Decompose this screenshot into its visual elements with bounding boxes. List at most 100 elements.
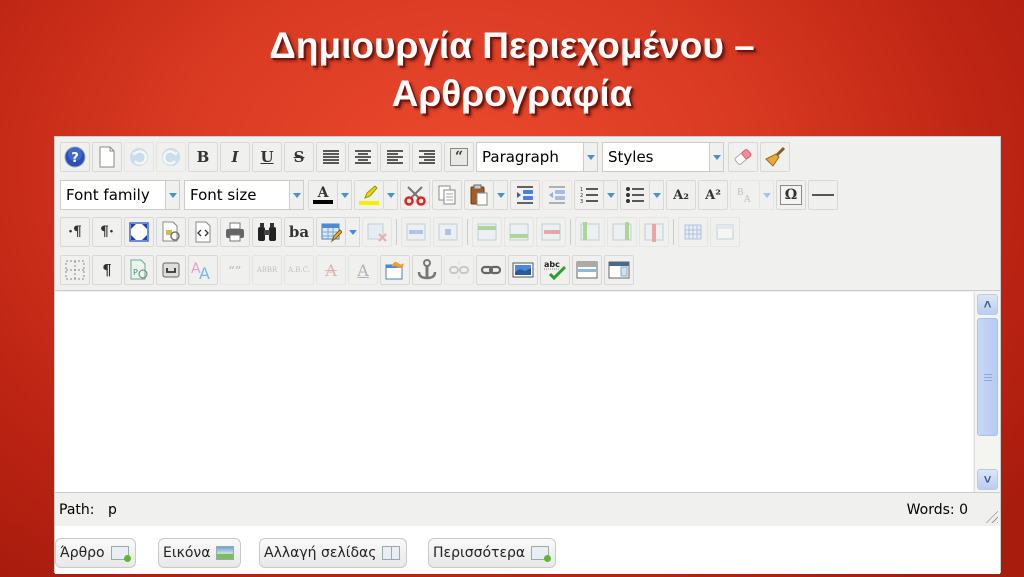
article-button[interactable]: Άρθρο [55, 538, 136, 568]
font-family-select[interactable]: Font family [60, 180, 182, 210]
pagebreak-button[interactable]: Αλλαγή σελίδας [259, 538, 408, 568]
numbered-list-dropdown[interactable] [604, 180, 618, 210]
spellcheck-button[interactable]: abc [540, 255, 570, 285]
scroll-up-button[interactable]: ˄ [977, 294, 998, 315]
cut-button[interactable] [400, 180, 430, 210]
format-select[interactable]: Paragraph [476, 142, 600, 172]
table-button[interactable] [316, 217, 346, 247]
col-after-button[interactable] [607, 217, 637, 247]
editor-content-area[interactable] [55, 292, 973, 492]
resize-handle[interactable] [984, 509, 998, 523]
layer-button[interactable] [604, 255, 634, 285]
image-insert-button[interactable]: Εικόνα [158, 538, 242, 568]
unlink-button[interactable] [444, 255, 474, 285]
table-dropdown[interactable] [346, 217, 360, 247]
paste-button[interactable] [464, 180, 494, 210]
toolbar-separator [570, 219, 571, 245]
remove-format-button[interactable] [728, 142, 758, 172]
styles-select-value[interactable]: Styles [602, 142, 710, 172]
justify-full-button[interactable] [316, 142, 346, 172]
scrollbar-thumb[interactable] [977, 318, 998, 436]
help-button[interactable]: ? [60, 142, 90, 172]
indent-button[interactable] [510, 180, 540, 210]
blockquote-button[interactable]: “ [444, 142, 474, 172]
highlight-color-dropdown[interactable] [384, 180, 398, 210]
justify-right-button[interactable] [412, 142, 442, 172]
anchor-button[interactable] [412, 255, 442, 285]
undo-button[interactable] [124, 142, 154, 172]
row-before-button[interactable] [472, 217, 502, 247]
highlight-color-button[interactable] [354, 180, 384, 210]
justify-center-button[interactable] [348, 142, 378, 172]
styles-select[interactable]: Styles [602, 142, 726, 172]
italic-button[interactable]: I [220, 142, 250, 172]
delete-table-button[interactable] [362, 217, 392, 247]
non-breaking-button[interactable] [156, 255, 186, 285]
acronym-button[interactable]: A.B.C. [284, 255, 314, 285]
insert-col-after-icon [612, 222, 632, 241]
numbered-list-button[interactable]: 123 [574, 180, 604, 210]
path-element[interactable]: p [108, 502, 117, 518]
superscript-button[interactable]: A² [698, 180, 728, 210]
split-cells-button[interactable] [678, 217, 708, 247]
merge-cells-button[interactable] [710, 217, 740, 247]
attributes-button[interactable] [380, 255, 410, 285]
ltr-button[interactable]: ·¶ [60, 217, 90, 247]
chevron-down-icon[interactable] [166, 180, 180, 210]
strikethrough-button[interactable]: S [284, 142, 314, 172]
scroll-down-button[interactable]: ˅ [977, 469, 998, 490]
delete-row-button[interactable] [536, 217, 566, 247]
text-color-dropdown[interactable] [338, 180, 352, 210]
code-button[interactable] [188, 217, 218, 247]
font-size-select-value[interactable]: Font size [184, 180, 290, 210]
outdent-button[interactable] [542, 180, 572, 210]
bold-button[interactable]: B [188, 142, 218, 172]
image-button[interactable] [508, 255, 538, 285]
subscript-button[interactable]: A₂ [666, 180, 696, 210]
replace-button[interactable]: ba [284, 217, 314, 247]
search-button[interactable] [252, 217, 282, 247]
chevron-down-icon[interactable] [290, 180, 304, 210]
copy-button[interactable] [432, 180, 462, 210]
redo-button[interactable] [156, 142, 186, 172]
text-color-button[interactable]: A [308, 180, 338, 210]
underline-button[interactable]: U [252, 142, 282, 172]
cite-button[interactable]: “” [220, 255, 250, 285]
language-button[interactable]: BA [730, 180, 760, 210]
chevron-down-icon[interactable] [710, 142, 724, 172]
font-size-select[interactable]: Font size [184, 180, 306, 210]
style-props-button[interactable]: AA [188, 255, 218, 285]
font-family-select-value[interactable]: Font family [60, 180, 166, 210]
justify-left-button[interactable] [380, 142, 410, 172]
fullscreen-button[interactable] [124, 217, 154, 247]
format-select-value[interactable]: Paragraph [476, 142, 584, 172]
new-document-button[interactable] [92, 142, 122, 172]
template-button[interactable]: P [124, 255, 154, 285]
visual-chars-button[interactable]: ¶ [92, 255, 122, 285]
col-before-button[interactable] [575, 217, 605, 247]
bullet-list-button[interactable] [620, 180, 650, 210]
cleanup-button[interactable] [760, 142, 790, 172]
abbr-button[interactable]: ABBR [252, 255, 282, 285]
cell-props-button[interactable] [433, 217, 463, 247]
chevron-down-icon[interactable] [584, 142, 598, 172]
paste-dropdown[interactable] [494, 180, 508, 210]
readmore-insert-button[interactable]: Περισσότερα [428, 538, 557, 568]
deletion-button[interactable]: A [316, 255, 346, 285]
delete-col-button[interactable] [639, 217, 669, 247]
visual-aid-button[interactable] [60, 255, 90, 285]
readmore-button[interactable] [572, 255, 602, 285]
rtl-button[interactable]: ¶· [92, 217, 122, 247]
language-dropdown[interactable] [760, 180, 774, 210]
horizontal-rule-button[interactable] [808, 180, 838, 210]
bullet-list-dropdown[interactable] [650, 180, 664, 210]
special-character-button[interactable]: Ω [776, 180, 806, 210]
preview-button[interactable] [156, 217, 186, 247]
insertion-button[interactable]: A [348, 255, 378, 285]
vertical-scrollbar[interactable]: ˄ ˅ [974, 292, 1000, 492]
row-props-button[interactable] [401, 217, 431, 247]
link-button[interactable] [476, 255, 506, 285]
print-button[interactable] [220, 217, 250, 247]
row-after-button[interactable] [504, 217, 534, 247]
svg-text:3: 3 [580, 199, 583, 205]
